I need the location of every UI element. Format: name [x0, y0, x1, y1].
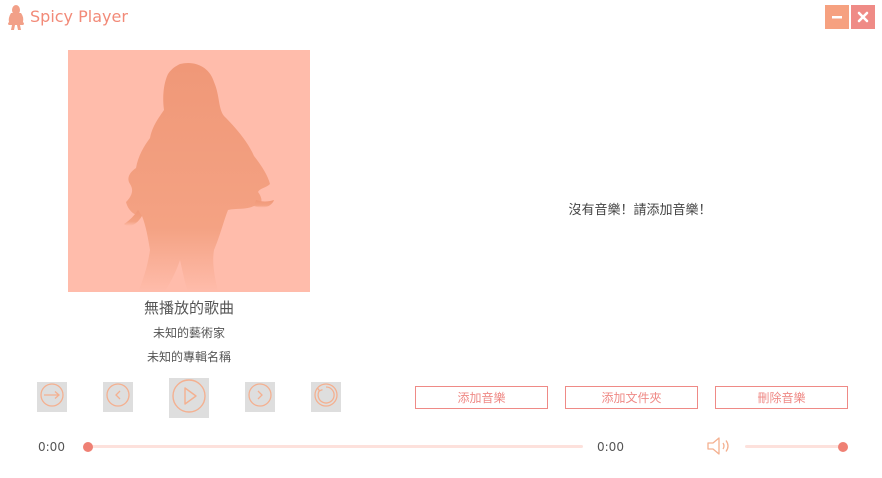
add-folder-button[interactable]: 添加文件夾 [565, 386, 698, 409]
volume-button[interactable] [706, 435, 734, 457]
previous-button[interactable] [103, 382, 133, 412]
current-time: 0:00 [38, 440, 65, 454]
shuffle-icon [39, 382, 65, 412]
total-time: 0:00 [597, 440, 624, 454]
repeat-icon [313, 382, 339, 412]
previous-icon [105, 382, 131, 412]
volume-icon [706, 437, 734, 461]
progress-track[interactable] [83, 441, 583, 452]
song-artist: 未知的藝術家 [152, 326, 225, 340]
add-music-button[interactable]: 添加音樂 [415, 386, 548, 409]
shuffle-button[interactable] [37, 382, 67, 412]
album-cover [68, 50, 310, 292]
minimize-button[interactable] [825, 5, 849, 29]
volume-thumb[interactable] [838, 441, 848, 452]
delete-music-button[interactable]: 刪除音樂 [715, 386, 848, 409]
next-icon [247, 382, 273, 412]
play-button[interactable] [169, 378, 209, 418]
girl-silhouette-image [124, 63, 274, 292]
next-button[interactable] [245, 382, 275, 412]
volume-track[interactable] [745, 441, 848, 452]
close-icon [857, 8, 869, 27]
title-bar: Spicy Player [0, 0, 882, 36]
song-title: 無播放的歌曲 [143, 299, 234, 317]
close-button[interactable] [851, 5, 875, 29]
repeat-button[interactable] [311, 382, 341, 412]
minimize-icon [831, 8, 843, 27]
progress-thumb[interactable] [83, 441, 93, 452]
empty-playlist-message: 沒有音樂！請添加音樂！ [568, 203, 712, 218]
app-logo-icon [7, 4, 25, 30]
song-album: 未知的專輯名稱 [146, 350, 231, 364]
app-title: Spicy Player [30, 7, 128, 26]
play-icon [171, 378, 207, 418]
